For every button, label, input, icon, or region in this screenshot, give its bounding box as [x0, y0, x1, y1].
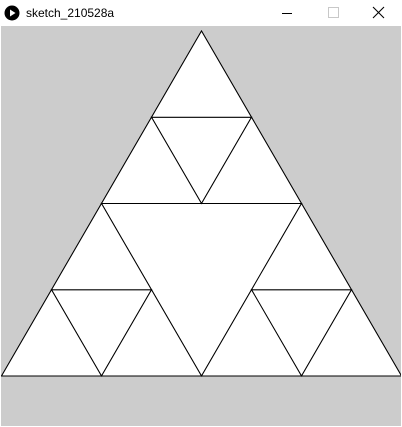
title-bar[interactable]: sketch_210528a	[0, 0, 402, 26]
maximize-icon	[328, 7, 339, 18]
sierpinski-drawing	[1, 30, 401, 377]
maximize-button[interactable]	[310, 0, 356, 26]
app-window: sketch_210528a	[0, 0, 402, 427]
window-title: sketch_210528a	[26, 6, 115, 20]
sketch-canvas[interactable]	[1, 26, 401, 426]
close-icon	[372, 6, 385, 19]
triangle-2	[150, 30, 253, 118]
minimize-icon	[282, 13, 292, 14]
minimize-button[interactable]	[264, 0, 310, 26]
processing-play-icon	[4, 5, 20, 21]
close-button[interactable]	[356, 0, 402, 26]
